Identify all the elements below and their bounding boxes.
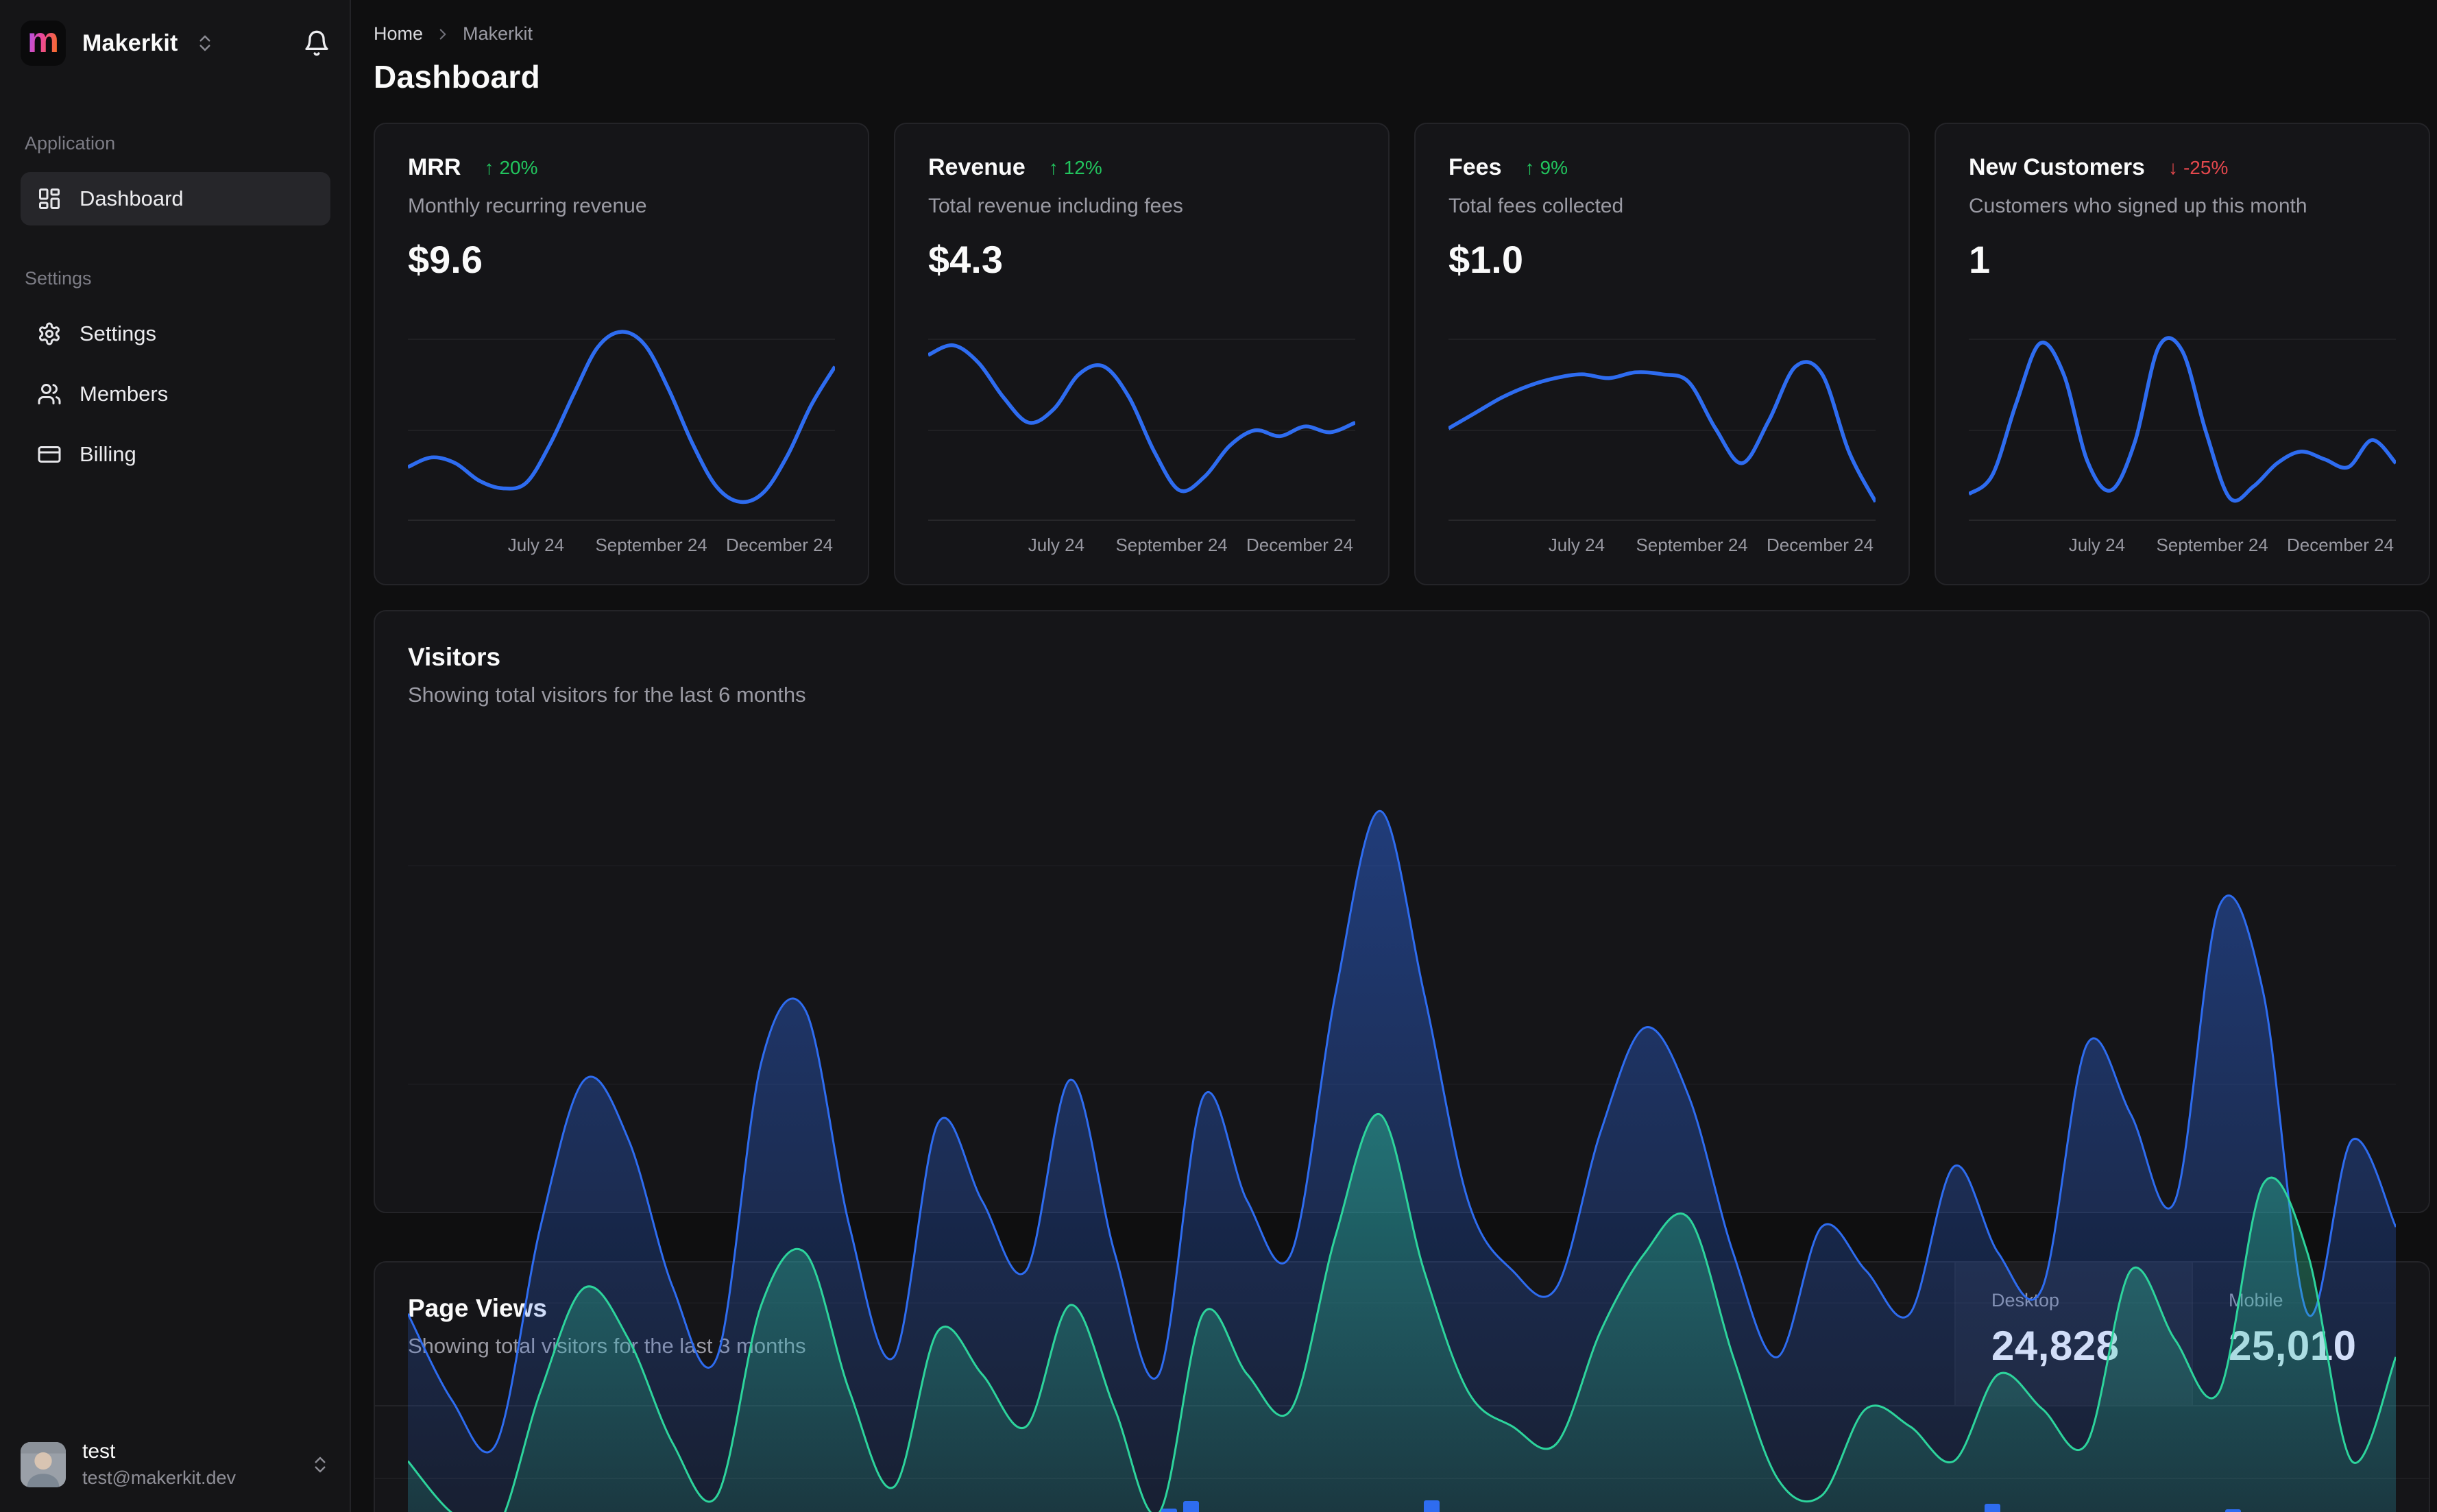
- stat-cards-row: MRR ↑ 20% Monthly recurring revenue $9.6 …: [374, 123, 2430, 585]
- stat-card-new-customers: New Customers ↓ -25% Customers who signed…: [1935, 123, 2430, 585]
- user-email: test@makerkit.dev: [82, 1467, 236, 1488]
- stat-description: Total revenue including fees: [928, 195, 1183, 217]
- chevron-right-icon: [439, 28, 446, 40]
- page-views-bar: [1423, 1500, 1440, 1512]
- x-axis-label: July 24: [1548, 535, 1605, 555]
- visitors-card: Visitors Showing total visitors for the …: [374, 610, 2430, 1512]
- breadcrumb-home-link[interactable]: Home: [374, 23, 423, 45]
- nav-section-label: Settings: [25, 268, 92, 289]
- user-menu[interactable]: test test@makerkit.dev: [21, 1440, 330, 1489]
- x-axis-label: September 24: [2156, 535, 2268, 555]
- avatar: [21, 1441, 66, 1487]
- trend-value: 20%: [499, 156, 538, 178]
- stat-value: $4.3: [928, 238, 1003, 281]
- sidebar-item-label: Dashboard: [80, 186, 184, 210]
- visitors-area-chart[interactable]: [408, 727, 2396, 1512]
- stat-title: Fees: [1448, 154, 1502, 180]
- stat-description: Customers who signed up this month: [1969, 195, 2307, 217]
- trend-arrow-icon: ↑: [484, 156, 494, 178]
- makerkit-logo: m: [21, 21, 66, 66]
- stat-card-fees: Fees ↑ 9% Total fees collected $1.0 July …: [1414, 123, 1910, 585]
- sidebar-item-label: Billing: [80, 442, 136, 466]
- x-axis-label: December 24: [2286, 535, 2394, 555]
- stat-description: Monthly recurring revenue: [408, 195, 647, 217]
- x-axis-label: December 24: [725, 535, 834, 555]
- visitors-subtitle: Showing total visitors for the last 6 mo…: [408, 683, 806, 707]
- page-title: Dashboard: [374, 59, 540, 95]
- visitors-title: Visitors: [408, 643, 501, 671]
- page-views-bar: [1984, 1504, 2000, 1512]
- sparkline-chart[interactable]: [928, 306, 1355, 520]
- x-axis-label: December 24: [1766, 535, 1874, 555]
- nav-section-application: Application Dashboard: [21, 133, 330, 225]
- stat-card-mrr: MRR ↑ 20% Monthly recurring revenue $9.6 …: [374, 123, 869, 585]
- x-axis-label: July 24: [1028, 535, 1085, 555]
- trend-value: -25%: [2183, 156, 2229, 178]
- sidebar-item-label: Members: [80, 382, 169, 406]
- stat-value: $1.0: [1448, 238, 1523, 281]
- stat-title: MRR: [408, 154, 461, 180]
- chevrons-up-down-icon: [199, 35, 210, 51]
- stat-trend-badge: ↓ -25%: [2168, 157, 2228, 179]
- sparkline-x-axis: July 24 September 24 December 24: [1969, 520, 2396, 559]
- breadcrumb: Home Makerkit: [374, 23, 2430, 45]
- nav-section-settings: Settings Settings Members Billing: [21, 268, 330, 481]
- user-name: test: [82, 1440, 116, 1463]
- sparkline-chart[interactable]: [408, 306, 835, 520]
- nav-section-label: Application: [25, 133, 116, 154]
- sidebar: m Makerkit Application Dashboard Setting…: [0, 0, 351, 1512]
- breadcrumb-current: Makerkit: [463, 23, 533, 44]
- stat-card-revenue: Revenue ↑ 12% Total revenue including fee…: [894, 123, 1390, 585]
- sidebar-item-label: Settings: [80, 321, 157, 345]
- sparkline-x-axis: July 24 September 24 December 24: [408, 520, 835, 559]
- stat-title: New Customers: [1969, 154, 2145, 180]
- stat-value: 1: [1969, 238, 1991, 281]
- stat-trend-badge: ↑ 9%: [1525, 157, 1568, 179]
- sidebar-item-members[interactable]: Members: [21, 367, 330, 421]
- x-axis-label: September 24: [1636, 535, 1748, 555]
- bar-chart-gridline: [375, 1478, 2429, 1479]
- x-axis-label: July 24: [507, 535, 565, 555]
- x-axis-label: December 24: [1246, 535, 1354, 555]
- trend-arrow-icon: ↓: [2168, 156, 2178, 178]
- page-views-bar-chart[interactable]: [375, 1406, 2429, 1512]
- trend-arrow-icon: ↑: [1525, 156, 1535, 178]
- workspace-switcher[interactable]: m Makerkit: [21, 21, 330, 66]
- bell-icon[interactable]: [303, 29, 330, 57]
- trend-arrow-icon: ↑: [1048, 156, 1058, 178]
- sparkline-x-axis: July 24 September 24 December 24: [928, 520, 1355, 559]
- stat-trend-badge: ↑ 20%: [484, 157, 537, 179]
- stat-trend-badge: ↑ 12%: [1049, 157, 1102, 179]
- stat-title: Revenue: [928, 154, 1026, 180]
- sparkline-chart[interactable]: [1448, 306, 1876, 520]
- sidebar-item-settings[interactable]: Settings: [21, 307, 330, 361]
- sparkline-chart[interactable]: [1969, 306, 2396, 520]
- x-axis-label: September 24: [595, 535, 707, 555]
- trend-value: 12%: [1063, 156, 1102, 178]
- page-views-bar: [1183, 1501, 1199, 1512]
- dashboard-grid-icon: [39, 188, 60, 209]
- x-axis-label: September 24: [1115, 535, 1228, 555]
- gear-icon: [39, 322, 60, 345]
- users-icon: [38, 384, 61, 404]
- sparkline-x-axis: July 24 September 24 December 24: [1448, 520, 1876, 559]
- stat-value: $9.6: [408, 238, 483, 281]
- workspace-name: Makerkit: [82, 29, 178, 56]
- credit-card-icon: [38, 446, 61, 463]
- sidebar-item-billing[interactable]: Billing: [21, 428, 330, 481]
- trend-value: 9%: [1540, 156, 1568, 178]
- chevrons-up-down-icon: [315, 1456, 326, 1472]
- sidebar-item-dashboard[interactable]: Dashboard: [21, 172, 330, 225]
- page-views-bar: [2224, 1509, 2241, 1512]
- main-content: Home Makerkit Dashboard MRR ↑ 20% Monthly…: [351, 0, 2437, 1512]
- x-axis-label: July 24: [2068, 535, 2126, 555]
- stat-description: Total fees collected: [1448, 195, 1624, 217]
- page-views-bar: [1161, 1509, 1178, 1512]
